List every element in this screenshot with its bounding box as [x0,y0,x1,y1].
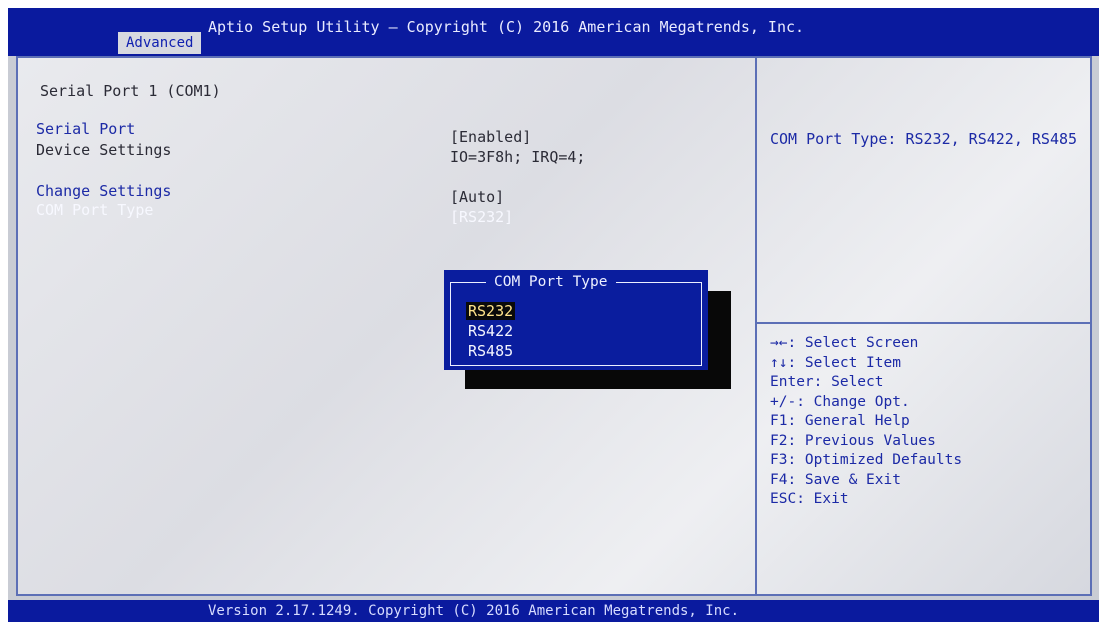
option-rs422[interactable]: RS422 [466,322,515,340]
change-settings-value[interactable]: [Auto] [450,188,504,206]
device-settings-value: IO=3F8h; IRQ=4; [450,148,586,166]
key-select-item: ↑↓: Select Item [770,354,901,371]
title-bar: Aptio Setup Utility – Copyright (C) 2016… [8,8,1099,56]
tab-advanced[interactable]: Advanced [118,32,202,54]
section-title: Serial Port 1 (COM1) [40,82,221,100]
popup-title: COM Port Type [486,274,616,290]
help-divider [757,322,1092,324]
serial-port-label[interactable]: Serial Port [36,120,135,138]
key-f4: F4: Save & Exit [770,471,901,488]
key-select-screen: →←: Select Screen [770,335,919,351]
key-f3: F3: Optimized Defaults [770,452,963,468]
com-port-type-label[interactable]: COM Port Type [36,201,153,219]
option-rs485[interactable]: RS485 [466,342,515,360]
help-text: COM Port Type: RS232, RS422, RS485 [770,130,1078,148]
key-f1: F1: General Help [770,413,910,429]
serial-port-value[interactable]: [Enabled] [450,128,531,146]
vertical-divider [755,58,757,594]
com-port-type-value[interactable]: [RS232] [450,208,513,226]
key-legend: →←: Select Screen ↑↓: Select Item Enter:… [770,334,962,510]
key-enter: Enter: Select [770,374,884,390]
key-f2: F2: Previous Values [770,432,936,449]
option-rs232[interactable]: RS232 [466,302,516,320]
change-settings-label[interactable]: Change Settings [36,182,171,200]
footer-bar: Version 2.17.1249. Copyright (C) 2016 Am… [8,600,1099,622]
device-settings-label: Device Settings [36,141,172,159]
app-title: Aptio Setup Utility – Copyright (C) 2016… [208,18,805,36]
key-esc: ESC: Exit [770,491,849,507]
bios-screen: Aptio Setup Utility – Copyright (C) 2016… [8,8,1099,622]
com-port-type-popup: COM Port Type RS232 RS422 RS485 [444,270,708,370]
key-change-opt: +/-: Change Opt. [770,393,910,410]
footer-text: Version 2.17.1249. Copyright (C) 2016 Am… [208,603,740,619]
